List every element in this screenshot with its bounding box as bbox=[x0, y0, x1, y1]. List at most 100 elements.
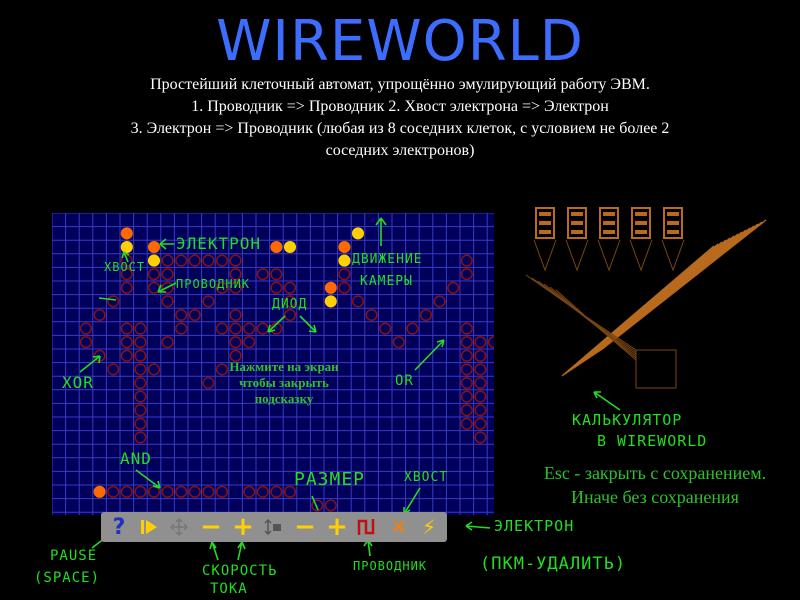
conductor-cell[interactable] bbox=[161, 268, 174, 281]
size-plus-button[interactable]: + bbox=[323, 512, 351, 542]
conductor-cell[interactable] bbox=[120, 336, 133, 349]
conductor-cell[interactable] bbox=[474, 376, 487, 390]
conductor-cell[interactable] bbox=[243, 322, 256, 335]
close-hint-text[interactable]: Нажмите на экран чтобы закрыть подсказку bbox=[218, 359, 350, 407]
conductor-cell[interactable] bbox=[460, 254, 473, 267]
conductor-cell[interactable] bbox=[161, 336, 174, 349]
conductor-cell[interactable] bbox=[161, 254, 174, 267]
size-minus-button[interactable]: − bbox=[291, 512, 319, 542]
conductor-cell[interactable] bbox=[460, 363, 473, 376]
conductor-cell[interactable] bbox=[419, 308, 433, 322]
conductor-cell[interactable] bbox=[229, 322, 242, 335]
conductor-cell[interactable] bbox=[406, 322, 419, 335]
conductor-cell[interactable] bbox=[392, 336, 405, 349]
conductor-cell[interactable] bbox=[188, 308, 201, 322]
conductor-cell[interactable] bbox=[134, 417, 147, 430]
conductor-cell[interactable] bbox=[161, 281, 174, 294]
conductor-tool-button[interactable] bbox=[353, 512, 381, 542]
conductor-cell[interactable] bbox=[134, 431, 147, 444]
conductor-cell[interactable] bbox=[147, 281, 161, 294]
conductor-cell[interactable] bbox=[161, 485, 174, 498]
conductor-cell[interactable] bbox=[120, 322, 133, 335]
electron-tail-cell[interactable] bbox=[120, 227, 133, 240]
pause-button[interactable] bbox=[135, 512, 163, 542]
conductor-cell[interactable] bbox=[338, 268, 351, 281]
conductor-cell[interactable] bbox=[188, 254, 201, 267]
conductor-cell[interactable] bbox=[460, 417, 473, 430]
conductor-cell[interactable] bbox=[270, 281, 283, 294]
conductor-cell[interactable] bbox=[215, 254, 229, 267]
conductor-cell[interactable] bbox=[134, 485, 147, 498]
electron-cell[interactable] bbox=[324, 295, 337, 308]
electron-cell[interactable] bbox=[351, 227, 365, 240]
conductor-cell[interactable] bbox=[433, 295, 446, 308]
conductor-cell[interactable] bbox=[107, 485, 120, 498]
conductor-cell[interactable] bbox=[460, 404, 473, 417]
electron-cell[interactable] bbox=[147, 254, 161, 267]
conductor-cell[interactable] bbox=[270, 322, 283, 335]
conductor-cell[interactable] bbox=[175, 254, 188, 267]
conductor-cell[interactable] bbox=[147, 485, 161, 498]
conductor-cell[interactable] bbox=[474, 390, 487, 403]
conductor-cell[interactable] bbox=[215, 485, 229, 498]
conductor-cell[interactable] bbox=[243, 336, 256, 349]
conductor-cell[interactable] bbox=[134, 322, 147, 335]
conductor-cell[interactable] bbox=[460, 336, 473, 349]
cell-size-toggle-button[interactable] bbox=[259, 512, 287, 542]
conductor-cell[interactable] bbox=[202, 254, 215, 267]
electron-tool-button[interactable]: ⚡ bbox=[415, 512, 443, 542]
speed-plus-button[interactable]: + bbox=[229, 512, 257, 542]
conductor-cell[interactable] bbox=[175, 322, 188, 335]
conductor-cell[interactable] bbox=[460, 390, 473, 403]
conductor-cell[interactable] bbox=[338, 281, 351, 294]
conductor-cell[interactable] bbox=[202, 376, 215, 390]
conductor-cell[interactable] bbox=[270, 268, 283, 281]
electron-tail-cell[interactable] bbox=[93, 485, 106, 498]
conductor-cell[interactable] bbox=[79, 336, 93, 349]
electron-cell[interactable] bbox=[338, 254, 351, 267]
conductor-cell[interactable] bbox=[134, 390, 147, 403]
conductor-cell[interactable] bbox=[474, 363, 487, 376]
conductor-cell[interactable] bbox=[365, 308, 378, 322]
conductor-cell[interactable] bbox=[134, 336, 147, 349]
conductor-cell[interactable] bbox=[134, 349, 147, 362]
conductor-cell[interactable] bbox=[229, 254, 242, 267]
move-camera-button[interactable] bbox=[165, 512, 193, 542]
conductor-cell[interactable] bbox=[283, 281, 297, 294]
conductor-cell[interactable] bbox=[147, 363, 161, 376]
conductor-cell[interactable] bbox=[188, 485, 201, 498]
conductor-cell[interactable] bbox=[93, 308, 106, 322]
conductor-cell[interactable] bbox=[474, 417, 487, 430]
conductor-cell[interactable] bbox=[324, 499, 337, 512]
conductor-cell[interactable] bbox=[134, 404, 147, 417]
conductor-cell[interactable] bbox=[487, 336, 494, 349]
conductor-cell[interactable] bbox=[93, 349, 106, 362]
conductor-cell[interactable] bbox=[175, 308, 188, 322]
electron-tail-cell[interactable] bbox=[324, 281, 337, 294]
conductor-cell[interactable] bbox=[202, 485, 215, 498]
electron-cell[interactable] bbox=[120, 240, 133, 254]
conductor-cell[interactable] bbox=[256, 268, 269, 281]
conductor-cell[interactable] bbox=[351, 295, 365, 308]
conductor-cell[interactable] bbox=[243, 485, 256, 498]
electron-tail-cell[interactable] bbox=[147, 240, 161, 254]
conductor-cell[interactable] bbox=[202, 295, 215, 308]
conductor-cell[interactable] bbox=[120, 281, 133, 294]
conductor-cell[interactable] bbox=[474, 349, 487, 362]
electron-cell[interactable] bbox=[283, 240, 297, 254]
conductor-cell[interactable] bbox=[229, 308, 242, 322]
electron-tail-cell[interactable] bbox=[338, 240, 351, 254]
conductor-cell[interactable] bbox=[120, 349, 133, 362]
conductor-cell[interactable] bbox=[447, 281, 460, 294]
electron-tail-cell[interactable] bbox=[270, 240, 283, 254]
conductor-cell[interactable] bbox=[460, 376, 473, 390]
conductor-cell[interactable] bbox=[79, 322, 93, 335]
conductor-cell[interactable] bbox=[215, 322, 229, 335]
help-button[interactable]: ? bbox=[105, 512, 133, 542]
conductor-cell[interactable] bbox=[311, 499, 324, 512]
speed-minus-button[interactable]: − bbox=[197, 512, 225, 542]
conductor-cell[interactable] bbox=[107, 295, 120, 308]
conductor-cell[interactable] bbox=[256, 485, 269, 498]
conductor-cell[interactable] bbox=[134, 376, 147, 390]
conductor-cell[interactable] bbox=[270, 485, 283, 498]
